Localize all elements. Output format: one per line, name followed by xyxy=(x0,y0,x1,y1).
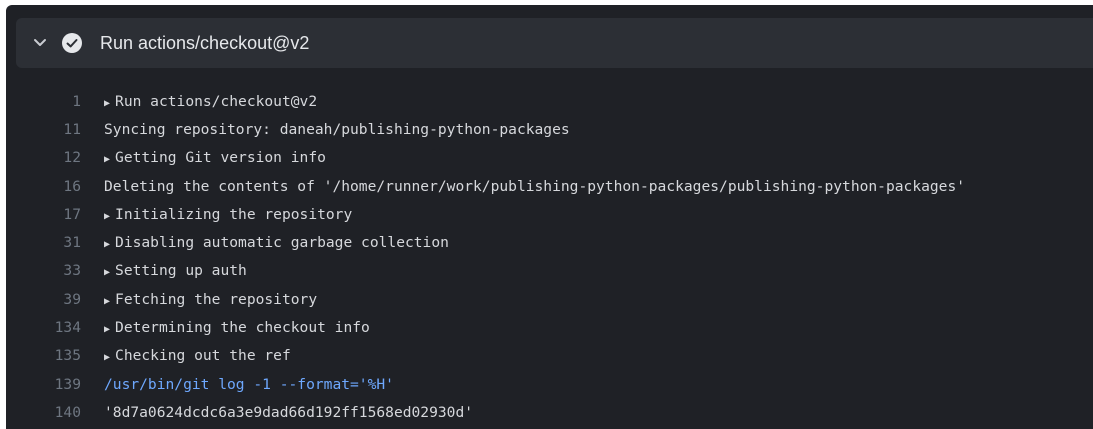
log-line-text: Run actions/checkout@v2 xyxy=(115,92,318,110)
line-number[interactable]: 139 xyxy=(6,376,81,393)
log-line-content: /usr/bin/git log -1 --format='%H' xyxy=(104,376,394,393)
line-number[interactable]: 140 xyxy=(6,404,81,421)
log-line-text: '8d7a0624dcdc6a3e9dad66d192ff1568ed02930… xyxy=(104,403,474,421)
step-title: Run actions/checkout@v2 xyxy=(100,32,310,53)
log-group-line[interactable]: 12 ▶ Getting Git version info xyxy=(6,144,1093,172)
log-line: 140 '8d7a0624dcdc6a3e9dad66d192ff1568ed02… xyxy=(6,398,1093,426)
triangle-right-icon[interactable]: ▶ xyxy=(104,239,110,250)
line-number[interactable]: 1 xyxy=(6,93,81,110)
line-number[interactable]: 16 xyxy=(6,178,81,195)
chevron-down-icon[interactable] xyxy=(30,33,50,53)
check-circle-icon xyxy=(62,33,82,53)
log-line-content: ▶ Setting up auth xyxy=(104,262,247,279)
log-line-content: ▶ Checking out the ref xyxy=(104,347,291,364)
log-line-content: '8d7a0624dcdc6a3e9dad66d192ff1568ed02930… xyxy=(104,404,473,421)
log-group-line[interactable]: 17 ▶ Initializing the repository xyxy=(6,200,1093,228)
log-line-content: ▶ Disabling automatic garbage collection xyxy=(104,234,449,251)
log-group-line[interactable]: 31 ▶ Disabling automatic garbage collectio… xyxy=(6,228,1093,256)
log-line-content: Deleting the contents of '/home/runner/w… xyxy=(104,178,965,195)
log-line-content: ▶ Determining the checkout info xyxy=(104,319,370,336)
triangle-right-icon[interactable]: ▶ xyxy=(104,324,110,335)
workflow-log-panel: Run actions/checkout@v2 1 ▶ Run actions/ch… xyxy=(6,5,1093,429)
triangle-right-icon[interactable]: ▶ xyxy=(104,211,110,222)
line-number[interactable]: 17 xyxy=(6,206,81,223)
log-lines: 1 ▶ Run actions/checkout@v2 11 Syncing repos… xyxy=(6,87,1093,427)
triangle-right-icon[interactable]: ▶ xyxy=(104,296,110,307)
line-number[interactable]: 135 xyxy=(6,347,81,364)
log-line-text: Syncing repository: daneah/publishing-py… xyxy=(104,120,570,138)
log-line: 11 Syncing repository: daneah/publishing-… xyxy=(6,115,1093,143)
step-header[interactable]: Run actions/checkout@v2 xyxy=(16,18,1093,68)
log-group-line[interactable]: 134 ▶ Determining the checkout info xyxy=(6,313,1093,341)
log-group-line[interactable]: 1 ▶ Run actions/checkout@v2 xyxy=(6,87,1093,115)
log-line-text: Fetching the repository xyxy=(115,290,318,308)
log-line-content: ▶ Run actions/checkout@v2 xyxy=(104,93,317,110)
line-number[interactable]: 31 xyxy=(6,234,81,251)
log-line-text: /usr/bin/git log -1 --format='%H' xyxy=(104,375,394,393)
line-number[interactable]: 12 xyxy=(6,149,81,166)
log-line-content: ▶ Getting Git version info xyxy=(104,149,326,166)
log-line-content: ▶ Initializing the repository xyxy=(104,206,352,223)
log-line-text: Setting up auth xyxy=(115,262,247,280)
log-line-text: Determining the checkout info xyxy=(115,319,370,337)
line-number[interactable]: 33 xyxy=(6,262,81,279)
triangle-right-icon[interactable]: ▶ xyxy=(104,352,110,363)
triangle-right-icon[interactable]: ▶ xyxy=(104,98,110,109)
log-line-text: Checking out the ref xyxy=(115,347,291,365)
line-number[interactable]: 11 xyxy=(6,121,81,138)
line-number[interactable]: 134 xyxy=(6,319,81,336)
triangle-right-icon[interactable]: ▶ xyxy=(104,267,110,278)
log-line-text: Disabling automatic garbage collection xyxy=(115,234,449,252)
line-number[interactable]: 39 xyxy=(6,291,81,308)
log-group-line[interactable]: 39 ▶ Fetching the repository xyxy=(6,285,1093,313)
log-line-text: Deleting the contents of '/home/runner/w… xyxy=(104,177,966,195)
log-line: 16 Deleting the contents of '/home/runner… xyxy=(6,172,1093,200)
log-group-line[interactable]: 33 ▶ Setting up auth xyxy=(6,257,1093,285)
triangle-right-icon[interactable]: ▶ xyxy=(104,154,110,165)
log-line-text: Getting Git version info xyxy=(115,149,326,167)
log-line: 139/usr/bin/git log -1 --format='%H' xyxy=(6,370,1093,398)
log-line-text: Initializing the repository xyxy=(115,205,353,223)
log-line-content: Syncing repository: daneah/publishing-py… xyxy=(104,121,570,138)
log-line-content: ▶ Fetching the repository xyxy=(104,291,317,308)
log-group-line[interactable]: 135 ▶ Checking out the ref xyxy=(6,342,1093,370)
